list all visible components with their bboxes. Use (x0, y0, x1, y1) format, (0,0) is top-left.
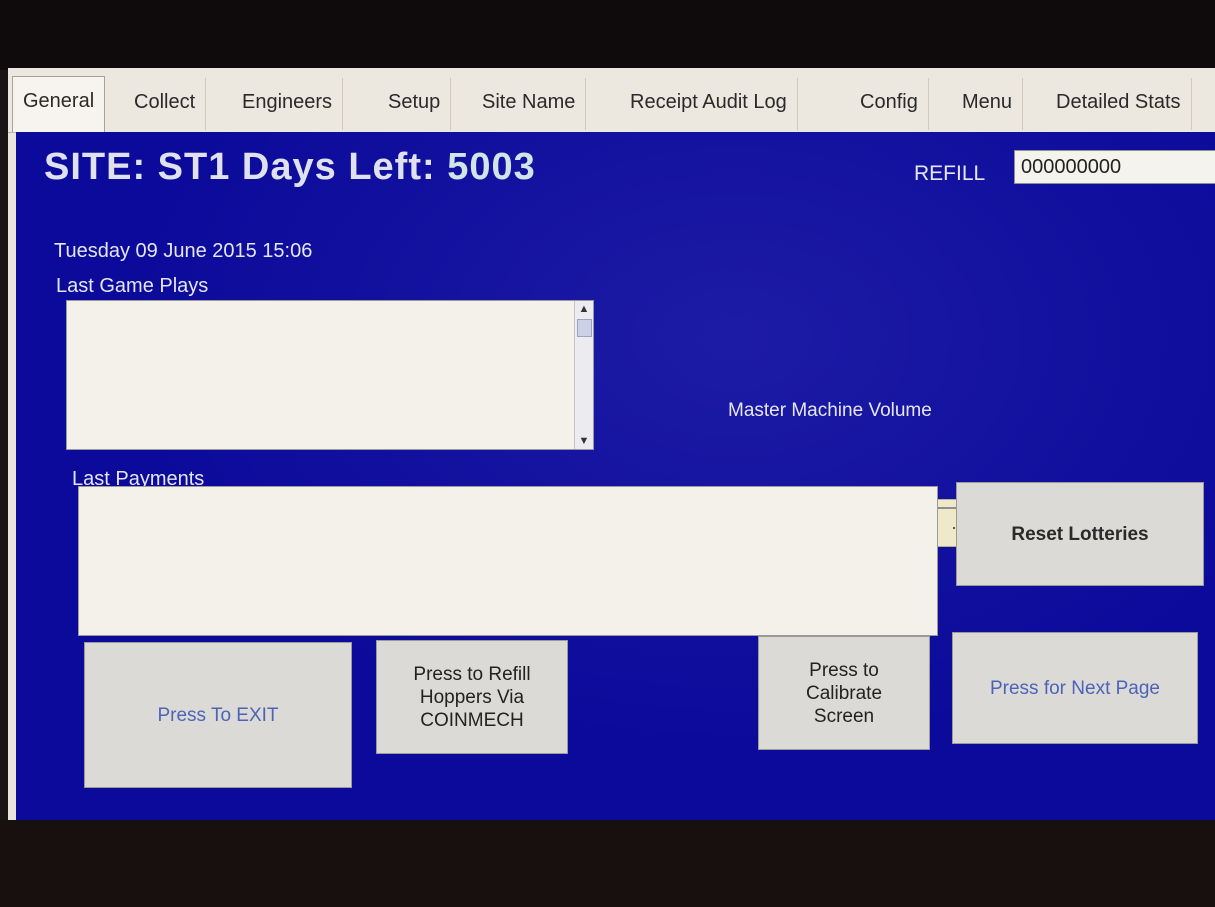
site-title-text: SITE: ST1 Days Left: (44, 146, 448, 188)
exit-button[interactable]: Press To EXIT (84, 642, 352, 788)
tab-menu[interactable]: Menu (952, 78, 1024, 130)
game-plays-scrollbar[interactable]: ▲ ▼ (574, 301, 593, 449)
tab-site-name[interactable]: Site Name (472, 78, 587, 130)
last-game-plays-list[interactable]: ▲ ▼ (66, 300, 594, 450)
tab-bar: General Collect Engineers Setup Site Nam… (8, 68, 1215, 133)
reset-lotteries-button[interactable]: Reset Lotteries (956, 482, 1204, 586)
monitor-bezel-bottom (0, 820, 1215, 907)
days-left-value: 5003 (447, 146, 536, 188)
scroll-down-icon[interactable]: ▼ (575, 433, 593, 449)
master-volume-label: Master Machine Volume (728, 400, 932, 421)
refill-label: REFILL (914, 162, 986, 185)
monitor-bezel-top (0, 0, 1215, 70)
refill-hoppers-button[interactable]: Press to Refill Hoppers Via COINMECH (376, 640, 568, 754)
tab-general[interactable]: General (12, 76, 106, 132)
engineer-menu-window: General Collect Engineers Setup Site Nam… (8, 68, 1215, 828)
tab-config[interactable]: Config (850, 78, 929, 130)
slider-tick (953, 527, 955, 529)
site-title: SITE: ST1 Days Left: 5003 (44, 146, 536, 189)
last-payments-list[interactable] (78, 486, 938, 636)
scroll-thumb[interactable] (577, 319, 592, 337)
date-time: Tuesday 09 June 2015 15:06 (54, 240, 313, 262)
calibrate-screen-button[interactable]: Press to Calibrate Screen (758, 636, 930, 750)
scroll-up-icon[interactable]: ▲ (575, 301, 593, 317)
refill-input[interactable] (1014, 150, 1215, 184)
tab-engineers[interactable]: Engineers (232, 78, 344, 130)
tab-receipt-audit-log[interactable]: Receipt Audit Log (620, 78, 798, 130)
next-page-button[interactable]: Press for Next Page (952, 632, 1198, 744)
last-game-plays-label: Last Game Plays (56, 275, 209, 297)
general-panel: SITE: ST1 Days Left: 5003 REFILL Tuesday… (16, 132, 1215, 822)
tab-collect[interactable]: Collect (124, 78, 207, 130)
tab-detailed-stats[interactable]: Detailed Stats (1046, 78, 1192, 130)
tab-setup[interactable]: Setup (378, 78, 452, 130)
